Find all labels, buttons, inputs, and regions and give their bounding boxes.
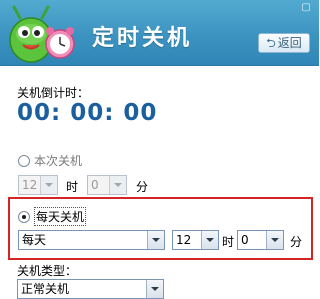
countdown-value: 00: 00: 00: [17, 100, 158, 126]
daily-repeat-select[interactable]: 每天: [18, 230, 165, 250]
chevron-down-icon[interactable]: [40, 176, 57, 194]
once-shutdown-option[interactable]: 本次关机: [18, 152, 82, 169]
once-minute-select[interactable]: 0: [87, 175, 127, 195]
header-bar: 定时关机 ▢ ⮌ 返回: [0, 0, 319, 66]
shutdown-type-value: 正常关机: [21, 282, 70, 296]
once-minute-unit: 分: [136, 180, 149, 194]
chevron-down-icon[interactable]: [266, 231, 283, 249]
daily-repeat-value: 每天: [22, 233, 47, 247]
once-hour-unit: 时: [66, 180, 79, 194]
restore-window-icon[interactable]: ▢: [296, 2, 316, 14]
once-hour-select[interactable]: 12: [18, 175, 58, 195]
daily-hour-select[interactable]: 12: [172, 230, 219, 250]
once-hour-value: 12: [22, 178, 38, 192]
countdown-label: 关机倒计时：: [17, 86, 90, 100]
daily-shutdown-option[interactable]: 每天关机: [18, 207, 87, 226]
daily-hour-value: 12: [176, 233, 192, 247]
daily-shutdown-radio[interactable]: [18, 210, 30, 223]
back-button[interactable]: ⮌ 返回: [258, 33, 310, 53]
chevron-down-icon[interactable]: [146, 280, 163, 298]
daily-minute-unit: 分: [290, 235, 303, 249]
back-button-label: 返回: [277, 36, 302, 50]
return-arrow-icon: ⮌: [266, 36, 276, 50]
once-shutdown-radio[interactable]: [18, 154, 30, 167]
chevron-down-icon[interactable]: [201, 231, 218, 249]
page-title: 定时关机: [92, 26, 193, 51]
daily-hour-unit: 时: [222, 235, 235, 249]
shutdown-type-select[interactable]: 正常关机: [17, 279, 164, 299]
daily-shutdown-label: 每天关机: [34, 207, 87, 226]
once-shutdown-label: 本次关机: [34, 154, 83, 168]
mascot-icon: [9, 5, 75, 63]
daily-minute-select[interactable]: 0: [237, 230, 284, 250]
shutdown-type-label: 关机类型：: [17, 264, 78, 278]
chevron-down-icon[interactable]: [109, 176, 126, 194]
daily-minute-value: 0: [241, 233, 249, 247]
once-minute-value: 0: [91, 178, 99, 192]
chevron-down-icon[interactable]: [147, 231, 164, 249]
